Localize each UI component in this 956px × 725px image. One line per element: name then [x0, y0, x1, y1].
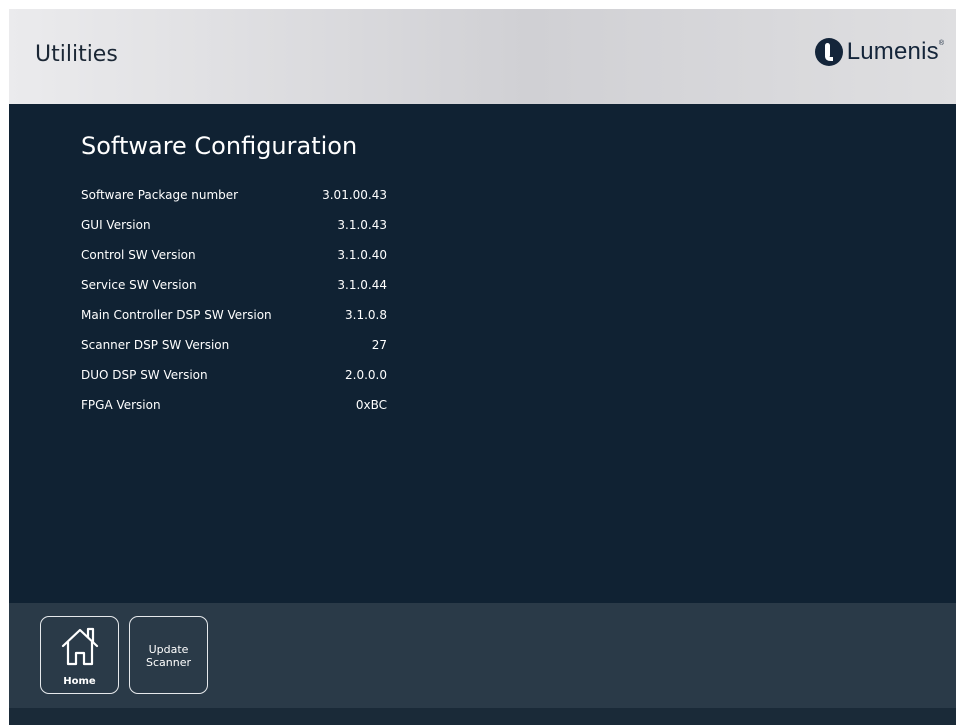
config-row: Scanner DSP SW Version 27 [81, 338, 387, 368]
home-button[interactable]: Home [40, 616, 119, 694]
config-value: 2.0.0.0 [345, 368, 387, 382]
config-row: DUO DSP SW Version 2.0.0.0 [81, 368, 387, 398]
update-scanner-label-line2: Scanner [145, 656, 191, 669]
update-scanner-label-line1: Update [148, 643, 189, 656]
update-scanner-button[interactable]: Update Scanner [129, 616, 208, 694]
bottom-strip [9, 708, 956, 725]
config-label: Main Controller DSP SW Version [81, 308, 272, 322]
config-row: Control SW Version 3.1.0.40 [81, 248, 387, 278]
home-icon [61, 627, 99, 666]
config-value: 0xBC [355, 398, 387, 412]
screen: Utilities Lumenis ® Software Configurati… [9, 9, 956, 725]
config-row: Service SW Version 3.1.0.44 [81, 278, 387, 308]
main-panel: Software Configuration Software Package … [9, 104, 956, 603]
config-value: 3.1.0.43 [337, 218, 387, 232]
config-label: Control SW Version [81, 248, 196, 262]
lumenis-logo: Lumenis ® [814, 37, 944, 67]
config-label: Service SW Version [81, 278, 197, 292]
config-value: 27 [371, 338, 387, 352]
config-label: DUO DSP SW Version [81, 368, 208, 382]
config-label: FPGA Version [81, 398, 161, 412]
config-value: 3.1.0.44 [337, 278, 387, 292]
config-value: 3.1.0.40 [337, 248, 387, 262]
config-label: Scanner DSP SW Version [81, 338, 230, 352]
config-label: Software Package number [81, 188, 239, 202]
config-label: GUI Version [81, 218, 151, 232]
config-value: 3.01.00.43 [322, 188, 387, 202]
page-title: Utilities [35, 42, 118, 67]
config-value: 3.1.0.8 [345, 308, 387, 322]
config-row: GUI Version 3.1.0.43 [81, 218, 387, 248]
logo-registered-mark: ® [938, 40, 944, 47]
footer-bar: Home Update Scanner [9, 603, 956, 708]
home-button-label: Home [63, 676, 96, 687]
section-title: Software Configuration [81, 132, 358, 160]
software-config-table: Software Package number 3.01.00.43 GUI V… [81, 188, 387, 428]
lumenis-logo-icon [814, 38, 843, 66]
header-bar: Utilities Lumenis ® [9, 9, 956, 104]
config-row: Main Controller DSP SW Version 3.1.0.8 [81, 308, 387, 338]
update-scanner-label: Update Scanner [130, 643, 207, 669]
logo-text: Lumenis [846, 38, 939, 65]
config-row: Software Package number 3.01.00.43 [81, 188, 387, 218]
config-row: FPGA Version 0xBC [81, 398, 387, 428]
